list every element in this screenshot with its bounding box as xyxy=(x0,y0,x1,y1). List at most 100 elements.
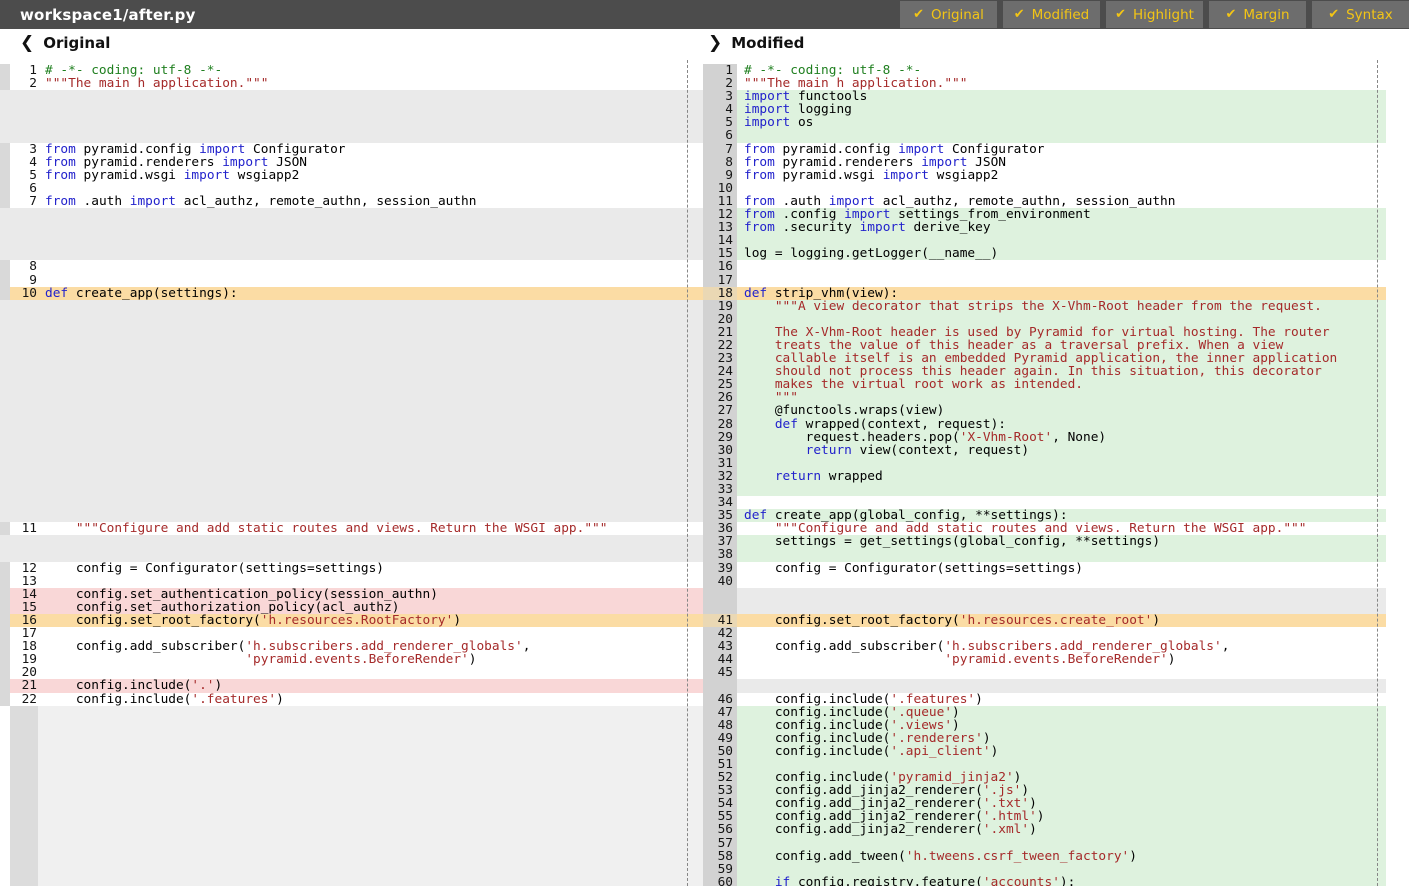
toggle-margin-button[interactable]: ✔ Margin xyxy=(1209,1,1306,28)
code-text xyxy=(737,588,1386,601)
modified-editor-pane[interactable]: 1# -*- coding: utf-8 -*-2"""The main h a… xyxy=(703,60,1386,886)
line-number xyxy=(10,771,38,784)
filler-row xyxy=(0,470,703,483)
code-text: from pyramid.wsgi import wsgiapp2 xyxy=(38,169,703,182)
code-text xyxy=(737,601,1386,614)
change-marker-strip xyxy=(0,679,10,692)
change-marker-strip xyxy=(0,614,10,627)
code-text xyxy=(38,666,703,679)
code-text: from pyramid.config import Configurator xyxy=(38,143,703,156)
code-line: 58 config.add_tween('h.tweens.csrf_tween… xyxy=(703,850,1386,863)
code-line: 31 xyxy=(703,457,1386,470)
line-number: 17 xyxy=(703,274,737,287)
code-line: 40 xyxy=(703,575,1386,588)
code-text xyxy=(38,823,703,836)
code-line: 38 xyxy=(703,548,1386,561)
line-number: 28 xyxy=(703,418,737,431)
code-text xyxy=(38,260,703,273)
code-line: 34 xyxy=(703,496,1386,509)
code-line: 21 The X-Vhm-Root header is used by Pyra… xyxy=(703,326,1386,339)
line-number: 13 xyxy=(10,575,38,588)
check-icon: ✔ xyxy=(1328,7,1339,22)
line-number xyxy=(703,679,737,692)
toggle-modified-button[interactable]: ✔ Modified xyxy=(1003,1,1100,28)
code-text xyxy=(38,339,703,352)
filler-row xyxy=(0,300,703,313)
line-number: 9 xyxy=(703,169,737,182)
line-number: 11 xyxy=(10,522,38,535)
code-line: 6 xyxy=(0,182,703,195)
chevron-left-icon: ❮ xyxy=(20,33,34,53)
change-marker-strip xyxy=(0,221,10,234)
line-number xyxy=(10,404,38,417)
original-editor-pane[interactable]: 1# -*- coding: utf-8 -*-2"""The main h a… xyxy=(0,60,703,886)
code-text: # -*- coding: utf-8 -*- xyxy=(38,64,703,77)
line-number: 48 xyxy=(703,719,737,732)
filler-row xyxy=(703,588,1386,601)
filler-row xyxy=(0,365,703,378)
empty-row xyxy=(0,797,703,810)
empty-row xyxy=(0,823,703,836)
line-number xyxy=(10,706,38,719)
code-text xyxy=(38,90,703,103)
empty-row xyxy=(0,876,703,886)
change-marker-strip xyxy=(0,247,10,260)
filler-row xyxy=(0,313,703,326)
code-text: config.add_jinja2_renderer('.js') xyxy=(737,784,1386,797)
line-number xyxy=(10,103,38,116)
code-text: should not process this header again. In… xyxy=(737,365,1386,378)
empty-row xyxy=(0,850,703,863)
line-number xyxy=(703,601,737,614)
line-number: 6 xyxy=(703,129,737,142)
code-text xyxy=(38,771,703,784)
code-text xyxy=(38,548,703,561)
code-text xyxy=(38,496,703,509)
empty-row xyxy=(0,771,703,784)
code-line: 14 xyxy=(703,234,1386,247)
check-icon: ✔ xyxy=(1225,7,1236,22)
left-code-rows: 1# -*- coding: utf-8 -*-2"""The main h a… xyxy=(0,60,703,886)
code-text: from pyramid.config import Configurator xyxy=(737,143,1386,156)
line-number xyxy=(10,300,38,313)
line-number xyxy=(10,208,38,221)
code-line: 57 xyxy=(703,837,1386,850)
code-text xyxy=(38,182,703,195)
code-line: 19 """A view decorator that strips the X… xyxy=(703,300,1386,313)
code-text: config.add_jinja2_renderer('.xml') xyxy=(737,823,1386,836)
change-marker-strip xyxy=(0,365,10,378)
line-number: 47 xyxy=(703,706,737,719)
line-number: 8 xyxy=(703,156,737,169)
empty-row xyxy=(0,719,703,732)
code-text xyxy=(38,837,703,850)
line-number xyxy=(10,496,38,509)
empty-row xyxy=(0,784,703,797)
toggle-highlight-button[interactable]: ✔ Highlight xyxy=(1106,1,1203,28)
line-number: 10 xyxy=(703,182,737,195)
filler-row xyxy=(0,208,703,221)
code-text: config.include('.views') xyxy=(737,719,1386,732)
line-number xyxy=(10,535,38,548)
code-text: config.include('.features') xyxy=(38,693,703,706)
code-text: return view(context, request) xyxy=(737,444,1386,457)
code-text: The X-Vhm-Root header is used by Pyramid… xyxy=(737,326,1386,339)
toggle-syntax-button[interactable]: ✔ Syntax xyxy=(1312,1,1409,28)
change-marker-strip xyxy=(0,300,10,313)
code-line: 37 settings = get_settings(global_config… xyxy=(703,535,1386,548)
code-line: 15 config.set_authorization_policy(acl_a… xyxy=(0,601,703,614)
line-number: 21 xyxy=(703,326,737,339)
code-text xyxy=(38,404,703,417)
code-text: config.include('.queue') xyxy=(737,706,1386,719)
code-line: 2"""The main h application.""" xyxy=(0,77,703,90)
code-text xyxy=(38,850,703,863)
code-text xyxy=(737,182,1386,195)
code-text xyxy=(38,116,703,129)
code-text xyxy=(737,313,1386,326)
code-text: settings = get_settings(global_config, *… xyxy=(737,535,1386,548)
line-number: 20 xyxy=(703,313,737,326)
modified-pane-title: Modified xyxy=(731,34,804,52)
code-line: 8from pyramid.renderers import JSON xyxy=(703,156,1386,169)
code-text xyxy=(737,260,1386,273)
code-text: config.set_authentication_policy(session… xyxy=(38,588,703,601)
toggle-original-button[interactable]: ✔ Original xyxy=(900,1,997,28)
change-marker-strip xyxy=(0,260,10,273)
